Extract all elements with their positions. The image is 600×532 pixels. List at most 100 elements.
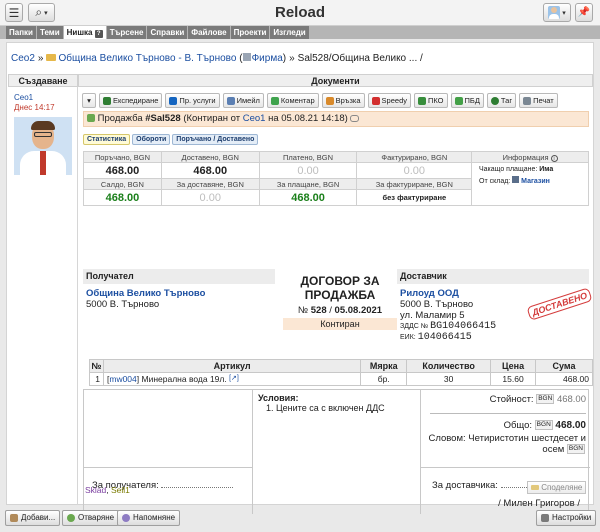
doc-author-link[interactable]: Сео1	[243, 113, 266, 124]
share-label: Споделяне	[541, 483, 583, 492]
words-label: Словом:	[428, 433, 466, 444]
article-name: Минерална вода 19л.	[141, 374, 227, 384]
tab-folders[interactable]: Папки	[6, 26, 36, 39]
print-icon	[523, 96, 532, 105]
tab-ordered-delivered[interactable]: Поръчано / Доставено	[172, 134, 259, 145]
settings-button[interactable]: Настройки	[536, 510, 597, 526]
add-label: Добави...	[21, 513, 56, 522]
speedy-label: Speedy	[381, 96, 407, 105]
search-icon: ⌕	[35, 5, 43, 19]
buyer-name[interactable]: Община Велико Търново	[86, 288, 275, 299]
tag-label: Таг	[500, 96, 513, 105]
email-button[interactable]: Имейл	[222, 93, 264, 108]
breadcrumb-root[interactable]: Сео2	[11, 53, 35, 64]
help-icon: ?	[94, 30, 103, 38]
tab-views[interactable]: Изгледи	[270, 26, 309, 39]
tab-search[interactable]: Търсене	[106, 26, 147, 39]
author-name[interactable]: Сео1	[14, 93, 33, 102]
eik-label: ЕИК:	[400, 334, 416, 341]
tab-topics[interactable]: Теми	[36, 26, 63, 39]
ship-button[interactable]: Експедиране	[99, 93, 163, 108]
link-icon	[325, 96, 334, 105]
col-header: №	[89, 359, 104, 373]
article-code[interactable]: mw004	[109, 374, 136, 384]
info-icon[interactable]: i	[550, 154, 558, 162]
ship-label: Експедиране	[113, 96, 159, 105]
comment-bubble-icon[interactable]	[350, 114, 360, 122]
stat-value: 468.00	[83, 162, 162, 179]
currency-badge: BGN	[566, 444, 585, 455]
pko-button[interactable]: ПКО	[413, 93, 448, 108]
breadcrumb-separator: »	[289, 53, 295, 64]
tags: Sklad, Sell1	[85, 485, 130, 495]
stat-value: 468.00	[258, 189, 358, 206]
words-line1: Четиристотин шестдесет и	[468, 433, 586, 444]
store-label: От склад:	[479, 178, 511, 185]
tab-projects[interactable]: Проекти	[230, 26, 270, 39]
doc-type: Продажба	[97, 113, 143, 124]
tag-icon	[490, 96, 499, 105]
external-link-icon[interactable]: [↗]	[229, 375, 239, 382]
hamburger-icon: ☰	[8, 5, 20, 20]
stat-label: За доставяне, BGN	[160, 178, 260, 190]
link-button[interactable]: Връзка	[321, 93, 365, 108]
contract-no-label: №	[297, 305, 309, 316]
col-header: Мярка	[360, 359, 408, 373]
bank-icon	[454, 96, 463, 105]
company-icon	[242, 53, 251, 61]
user-menu-button[interactable]: ▾	[543, 3, 571, 22]
search-button[interactable]: ⌕ ▾	[28, 3, 55, 22]
store-link[interactable]: Магазин	[521, 178, 550, 185]
cash-icon	[417, 96, 426, 105]
folder-icon	[46, 54, 57, 61]
contract-status: Контиран	[283, 318, 397, 330]
pbd-button[interactable]: ПБД	[450, 93, 484, 108]
open-button[interactable]: Отваряне	[62, 510, 120, 526]
row-article: [mw004] Минерална вода 19л. [↗]	[102, 372, 362, 386]
pin-icon: 📌	[577, 7, 591, 18]
contract-title-line2: ПРОДАЖБА	[304, 288, 376, 302]
tag-sell1[interactable]: Sell1	[111, 485, 130, 495]
speedy-button[interactable]: Speedy	[367, 93, 411, 108]
add-button[interactable]: Добави...	[5, 510, 61, 526]
tag-sklad[interactable]: Sklad	[85, 485, 106, 495]
share-button[interactable]: Споделяне	[527, 481, 587, 494]
print-button[interactable]: Печат	[519, 93, 558, 108]
user-avatar-icon	[548, 6, 561, 19]
stat-value: без фактуриране	[356, 189, 473, 206]
stat-label: Поръчано, BGN	[83, 151, 162, 163]
settings-label: Настройки	[552, 513, 592, 522]
stat-label: Платено, BGN	[258, 151, 358, 163]
link-label: Връзка	[335, 96, 361, 105]
stat-value: 0.00	[160, 189, 260, 206]
menu-button[interactable]: ☰	[5, 3, 23, 22]
tab-files[interactable]: Файлове	[188, 26, 230, 39]
toolbar-more-button[interactable]: ▾	[82, 93, 96, 108]
stat-label: За плащане, BGN	[258, 178, 358, 190]
document-toolbar: ▾ Експедиране Пр. услуги Имейл Коментар …	[82, 93, 558, 108]
pin-button[interactable]: 📌	[575, 3, 593, 22]
services-button[interactable]: Пр. услуги	[165, 93, 220, 108]
tag-button[interactable]: Таг	[486, 93, 517, 108]
doc-number: #Sal528	[145, 113, 181, 124]
value-amount: 468.00	[556, 394, 586, 405]
stat-label: Салдо, BGN	[83, 178, 162, 190]
remind-button[interactable]: Напомняне	[117, 510, 181, 526]
breadcrumb-company[interactable]: Фирма	[252, 53, 283, 64]
stat-value: 468.00	[160, 162, 260, 179]
total-label: Общо:	[503, 420, 533, 431]
stat-label: Фактурирано, BGN	[356, 151, 473, 163]
breadcrumb-folder[interactable]: Община Велико Търново - В. Търново	[58, 53, 236, 64]
tab-statistics[interactable]: Статистика	[83, 134, 131, 145]
pko-label: ПКО	[427, 96, 444, 105]
email-icon	[226, 96, 235, 105]
bell-icon	[122, 514, 130, 522]
comment-button[interactable]: Коментар	[266, 93, 319, 108]
breadcrumb: Сео2» Община Велико Търново - В. Търново …	[11, 53, 423, 64]
tab-reports[interactable]: Справки	[147, 26, 188, 39]
stat-value: 468.00	[83, 189, 162, 206]
remind-label: Напомняне	[133, 513, 176, 522]
tab-thread[interactable]: Нишка ?	[63, 26, 106, 39]
column-documents-header: Документи	[78, 74, 593, 87]
tab-turnover[interactable]: Обороти	[132, 134, 171, 145]
